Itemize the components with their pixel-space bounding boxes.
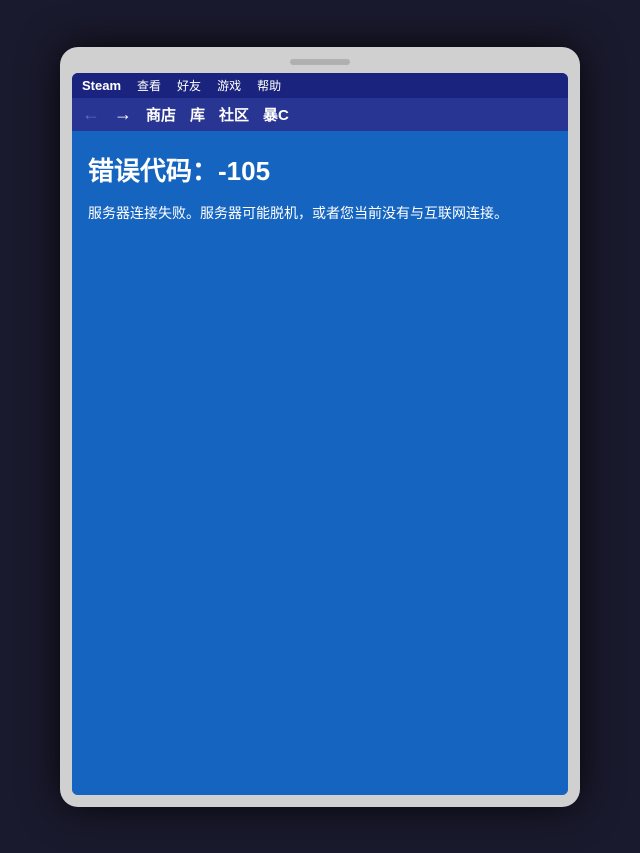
nav-bar: ← → 商店 库 社区 暴C xyxy=(72,98,568,131)
nav-link-community[interactable]: 社区 xyxy=(219,104,249,125)
back-button[interactable]: ← xyxy=(82,104,100,125)
device-notch xyxy=(290,59,350,65)
nav-link-store[interactable]: 商店 xyxy=(146,104,176,125)
menu-item-help[interactable]: 帮助 xyxy=(257,77,281,94)
content-area: 错误代码：-105 服务器连接失败。服务器可能脱机，或者您当前没有与互联网连接。 xyxy=(72,131,568,795)
error-code-title: 错误代码：-105 xyxy=(88,151,552,188)
menu-item-steam[interactable]: Steam xyxy=(82,78,121,93)
nav-link-library[interactable]: 库 xyxy=(190,104,205,125)
menu-item-friends[interactable]: 好友 xyxy=(177,77,201,94)
menu-item-view[interactable]: 查看 xyxy=(137,77,161,94)
forward-button[interactable]: → xyxy=(114,104,132,125)
nav-link-profile[interactable]: 暴C xyxy=(263,104,289,125)
menu-item-games[interactable]: 游戏 xyxy=(217,77,241,94)
screen: Steam 查看 好友 游戏 帮助 ← → 商店 库 社区 暴C 错误代码：-1… xyxy=(72,73,568,795)
nav-links: 商店 库 社区 暴C xyxy=(146,104,289,125)
menu-bar: Steam 查看 好友 游戏 帮助 xyxy=(72,73,568,98)
device-frame: Steam 查看 好友 游戏 帮助 ← → 商店 库 社区 暴C 错误代码：-1… xyxy=(60,47,580,807)
error-description: 服务器连接失败。服务器可能脱机，或者您当前没有与互联网连接。 xyxy=(88,202,552,224)
